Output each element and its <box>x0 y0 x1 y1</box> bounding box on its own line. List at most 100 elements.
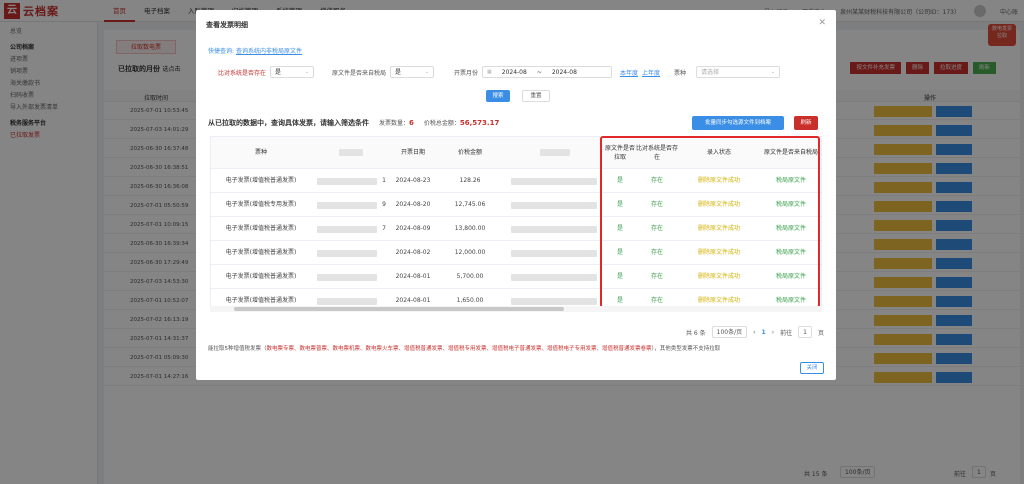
scrollbar-thumb[interactable] <box>234 307 564 311</box>
summary-bar: 从已拉取的数据中，查询具体发票，请输入筛选条件 发票数量：6 价税总金额：56,… <box>208 118 499 128</box>
reset-button[interactable]: 重置 <box>522 90 550 102</box>
filter-month: 开票月份 ▦ 2024-08 ~ 2024-08 本年度 上年度 <box>454 66 660 78</box>
blurred-cell-2 <box>511 274 597 281</box>
pager-current[interactable]: 1 <box>762 329 766 336</box>
header-blurred <box>311 137 391 169</box>
cell-amount: 13,800.00 <box>454 225 486 232</box>
cell-amount: 5,700.00 <box>456 273 484 280</box>
last-year-link[interactable]: 上年度 <box>642 68 660 77</box>
pagination: 共 6 条 100条/页 ‹ 1 › 前往 1 页 <box>686 326 824 338</box>
cell-entry: 删除原文件成功 <box>697 249 740 256</box>
pager-prev[interactable]: ‹ <box>753 329 755 336</box>
close-button[interactable]: 关闭 <box>800 362 824 374</box>
header-type: 票种 <box>211 137 311 169</box>
header-blurred-2 <box>505 137 605 169</box>
blurred-cell <box>317 178 377 185</box>
filter-type: 票种 请选择 ⌄ <box>674 66 781 78</box>
table-row: 电子发票(增值税普通发票) 1 2024-08-23 128.26 是 存在 删除原文件成功… <box>211 169 821 193</box>
cell-id-tail: 9 <box>382 201 386 208</box>
filter-source-value: 是 <box>395 68 402 76</box>
this-year-link[interactable]: 本年度 <box>620 68 638 77</box>
cell-entry: 删除原文件成功 <box>697 225 740 232</box>
chevron-down-icon: ⌄ <box>424 68 430 75</box>
pager-total: 共 6 条 <box>686 329 706 337</box>
quick-query: 快捷查询: 查询系统内非税局原文件 <box>208 46 302 55</box>
cell-exists: 存在 <box>650 225 663 232</box>
cell-id-tail: 1 <box>382 177 386 184</box>
count-value: 6 <box>409 119 414 127</box>
refresh-button[interactable]: 刷新 <box>794 116 818 130</box>
table-row: 电子发票(增值税普通发票) 7 2024-08-09 13,800.00 是 存在 删除原文… <box>211 217 821 241</box>
date-start: 2024-08 <box>501 68 527 76</box>
cell-date: 2024-08-02 <box>395 249 431 256</box>
total-label: 价税总金额： <box>423 120 460 127</box>
quick-query-label: 快捷查询: <box>208 48 235 55</box>
cell-source: 税局原文件 <box>775 249 806 256</box>
cell-date: 2024-08-01 <box>395 273 431 280</box>
filter-type-select[interactable]: 请选择 ⌄ <box>696 66 781 78</box>
cell-id-tail: 7 <box>382 225 386 232</box>
filter-type-placeholder: 请选择 <box>701 68 720 76</box>
quick-query-link[interactable]: 查询系统内非税局原文件 <box>236 48 302 55</box>
cell-type: 电子发票(增值税普通发票) <box>225 225 297 232</box>
cell-type: 电子发票(增值税普通发票) <box>225 177 297 184</box>
batch-sync-button[interactable]: 批量同步勾选源文件到档案 <box>692 116 784 130</box>
blurred-cell <box>317 202 377 209</box>
filter-source: 原文件是否来自税局 是 ⌄ <box>332 66 435 78</box>
cell-pulled: 是 <box>616 225 623 232</box>
note-suffix: ），其他类型发票不支持拉取 <box>651 346 721 352</box>
cell-type: 电子发票(增值税专用发票) <box>225 201 297 208</box>
blurred-cell-2 <box>511 298 597 305</box>
cell-id-tail <box>377 265 391 289</box>
filter-type-label: 票种 <box>674 69 687 77</box>
note-prefix: 能拉取5种增值税发票（ <box>208 346 267 352</box>
blurred-header-2 <box>540 149 570 156</box>
pager-unit: 页 <box>817 329 824 337</box>
horizontal-scrollbar[interactable] <box>210 306 822 312</box>
cell-entry: 删除原文件成功 <box>697 177 740 184</box>
chevron-down-icon: ⌄ <box>304 68 310 75</box>
pager-goto: 前往 <box>780 329 793 337</box>
pager-input[interactable]: 1 <box>798 326 812 338</box>
pager-next[interactable]: › <box>772 329 774 336</box>
cell-entry: 删除原文件成功 <box>697 201 740 208</box>
search-button[interactable]: 搜索 <box>486 90 510 102</box>
date-separator: ~ <box>536 68 542 76</box>
header-entry: 录入状态 <box>679 137 759 169</box>
blurred-cell <box>317 226 377 233</box>
cell-id-tail <box>377 241 391 265</box>
invoice-detail-dialog: 查看发票明细 ✕ 快捷查询: 查询系统内非税局原文件 比对系统是否存在 是 ⌄ 原… <box>196 10 836 380</box>
cell-entry: 删除原文件成功 <box>697 273 740 280</box>
cell-exists: 存在 <box>650 249 663 256</box>
filter-month-label: 开票月份 <box>454 69 479 77</box>
cell-source: 税局原文件 <box>775 201 806 208</box>
cell-exists: 存在 <box>650 201 663 208</box>
filter-exists-select[interactable]: 是 ⌄ <box>270 66 315 78</box>
table-row: 电子发票(增值税普通发票) 2024-08-02 12,000.00 是 存在 删除原文件… <box>211 241 821 265</box>
pager-size-select[interactable]: 100条/页 <box>711 326 748 338</box>
cell-source: 税局原文件 <box>775 177 806 184</box>
cell-pulled: 是 <box>616 201 623 208</box>
blurred-cell <box>317 274 377 281</box>
blurred-cell <box>317 250 377 257</box>
filter-exists-label: 比对系统是否存在 <box>218 69 267 77</box>
blurred-cell <box>317 298 377 305</box>
month-range-picker[interactable]: ▦ 2024-08 ~ 2024-08 <box>482 66 613 78</box>
invoice-table: 票种 开票日期 价税金额 原文件是否拉取 比对系统是否存在 录入状态 原文件是否… <box>210 136 822 312</box>
header-date: 开票日期 <box>391 137 435 169</box>
header-source: 原文件是否来自税局 <box>759 137 821 169</box>
cell-exists: 存在 <box>650 273 663 280</box>
cell-type: 电子发票(增值税普通发票) <box>225 249 297 256</box>
cell-amount: 128.26 <box>459 177 481 184</box>
header-exists: 比对系统是否存在 <box>635 137 679 169</box>
cell-pulled: 是 <box>616 249 623 256</box>
cell-exists: 存在 <box>650 177 663 184</box>
calendar-icon: ▦ <box>487 68 492 75</box>
support-note: 能拉取5种增值税发票（数电票专票、数电票普票、数电票机票、数电票火车票、增值税普… <box>208 344 720 352</box>
date-end: 2024-08 <box>551 68 577 76</box>
cell-pulled: 是 <box>616 177 623 184</box>
close-icon[interactable]: ✕ <box>818 18 826 28</box>
table-row: 电子发票(增值税普通发票) 2024-08-01 5,700.00 是 存在 删除原文件成… <box>211 265 821 289</box>
filter-source-select[interactable]: 是 ⌄ <box>390 66 435 78</box>
note-types: 数电票专票、数电票普票、数电票机票、数电票火车票、增值税普通发票、增值税专用发票… <box>266 346 652 352</box>
